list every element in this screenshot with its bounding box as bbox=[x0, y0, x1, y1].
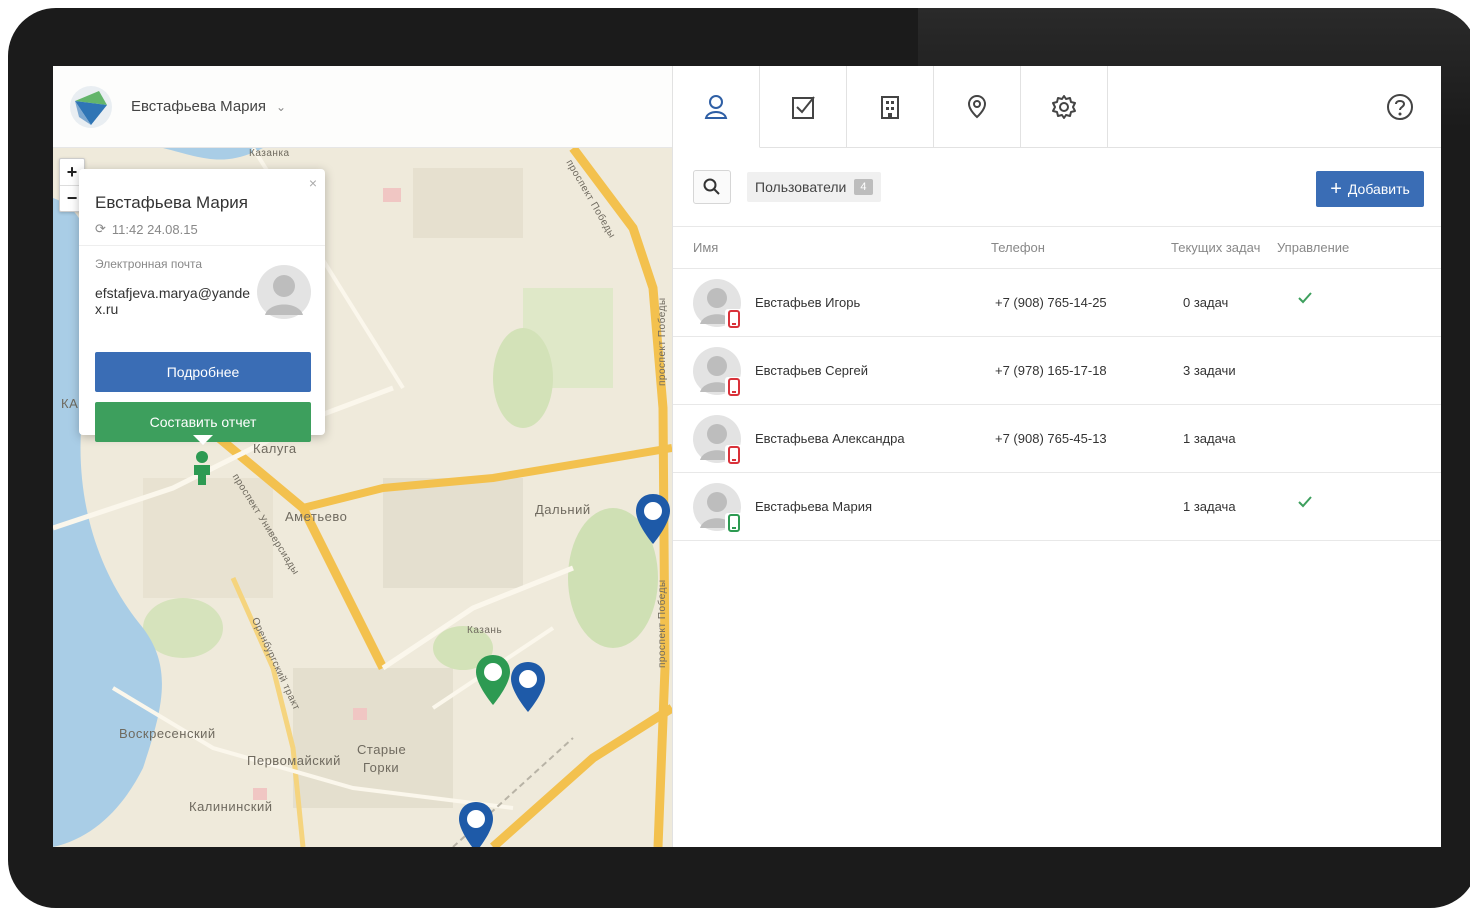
map-label-dalniy: Дальний bbox=[535, 502, 591, 517]
map-pin-blue-3[interactable] bbox=[457, 800, 495, 847]
popup-time: 11:42 24.08.15 bbox=[111, 221, 198, 237]
gear-icon bbox=[1052, 95, 1076, 119]
map-label-voskresenskiy: Воскресенский bbox=[119, 726, 216, 741]
device-status-red-icon bbox=[725, 309, 743, 329]
map-label-prospekt-pobedy-2: проспект Победы bbox=[657, 297, 668, 386]
popup-email: efstafjeva.marya@yandex.ru bbox=[95, 285, 251, 317]
checkmark-icon bbox=[1297, 495, 1313, 512]
user-marker-person-icon[interactable] bbox=[192, 451, 212, 485]
map-pin-icon bbox=[967, 94, 987, 119]
device-status-red-icon bbox=[725, 445, 743, 465]
device-status-red-icon bbox=[725, 377, 743, 397]
column-header-tasks[interactable]: Текущих задач bbox=[1171, 240, 1260, 255]
user-tasks: 3 задачи bbox=[1183, 363, 1236, 378]
map-label-starye-gorki-1: Старые bbox=[357, 742, 407, 757]
map-label-kazan: Казань bbox=[467, 625, 503, 636]
table-body: Евстафьев Игорь +7 (908) 765-14-25 0 задач… bbox=[673, 269, 1441, 541]
popup-user-name: Евстафьева Мария bbox=[95, 193, 249, 212]
map-label-starye-gorki-2: Горки bbox=[363, 760, 400, 775]
tab-objects[interactable] bbox=[847, 66, 934, 148]
details-button[interactable]: Подробнее bbox=[95, 352, 311, 392]
add-user-label: Добавить bbox=[1347, 181, 1410, 197]
user-tasks: 0 задач bbox=[1183, 295, 1229, 310]
user-name: Евстафьева Александра bbox=[755, 431, 905, 446]
map[interactable]: Казанка КА Калуга Аметьево Дальний Казан… bbox=[53, 148, 672, 847]
map-label-edge: КА bbox=[61, 396, 79, 411]
table-row[interactable]: Евстафьев Сергей +7 (978) 165-17-18 3 зада… bbox=[673, 337, 1441, 405]
popup-last-update: ⟳ 11:42 24.08.15 bbox=[95, 221, 198, 237]
filter-label: Пользователи bbox=[755, 179, 847, 195]
create-report-button[interactable]: Составить отчет bbox=[95, 402, 311, 442]
map-label-ametyevo: Аметьево bbox=[285, 509, 348, 524]
map-pin-blue-2[interactable] bbox=[509, 660, 547, 714]
tab-settings[interactable] bbox=[1021, 66, 1108, 148]
user-phone: +7 (978) 165-17-18 bbox=[995, 363, 1107, 378]
table-header: Имя Телефон Текущих задач Управление bbox=[673, 226, 1441, 269]
app-screen: Евстафьева Мария ⌄ Казанка КА Калуга Аме… bbox=[53, 66, 1441, 847]
search-icon bbox=[703, 178, 720, 195]
chevron-down-icon: ⌄ bbox=[276, 99, 287, 114]
building-icon bbox=[881, 96, 899, 119]
map-label-kaluga: Калуга bbox=[253, 441, 297, 456]
current-user-name: Евстафьева Мария bbox=[131, 98, 267, 115]
table-row[interactable]: Евстафьева Мария 1 задача bbox=[673, 473, 1441, 541]
tab-users[interactable] bbox=[673, 66, 760, 148]
users-toolbar: Пользователи 4 + Добавить bbox=[673, 148, 1441, 226]
column-header-manage[interactable]: Управление bbox=[1277, 240, 1349, 255]
user-switcher[interactable]: Евстафьева Мария ⌄ bbox=[131, 98, 286, 115]
help-icon[interactable] bbox=[1386, 93, 1414, 121]
map-label-pervomayskiy: Первомайский bbox=[247, 753, 341, 768]
add-user-button[interactable]: + Добавить bbox=[1316, 171, 1424, 207]
popup-email-label: Электронная почта bbox=[95, 257, 203, 271]
filter-count-badge: 4 bbox=[854, 179, 873, 195]
map-label-kalininskiy: Калининский bbox=[189, 799, 273, 814]
map-label-prospekt-pobedy-3: проспект Победы bbox=[657, 579, 668, 668]
popup-close-icon[interactable]: × bbox=[309, 175, 317, 191]
map-pin-green[interactable] bbox=[474, 653, 512, 707]
map-pin-blue-1[interactable] bbox=[634, 492, 672, 546]
device-status-green-icon bbox=[725, 513, 743, 533]
tab-locations[interactable] bbox=[934, 66, 1021, 148]
popup-avatar bbox=[257, 265, 311, 319]
plus-icon: + bbox=[1330, 178, 1342, 200]
search-button[interactable] bbox=[693, 170, 731, 204]
user-tasks: 1 задача bbox=[1183, 431, 1236, 446]
users-filter-chip[interactable]: Пользователи 4 bbox=[747, 172, 881, 202]
user-name: Евстафьев Игорь bbox=[755, 295, 861, 310]
table-row[interactable]: Евстафьева Александра +7 (908) 765-45-13 1… bbox=[673, 405, 1441, 473]
map-label-kazanka: Казанка bbox=[249, 148, 290, 159]
tab-tasks[interactable] bbox=[760, 66, 847, 148]
left-header: Евстафьева Мария ⌄ bbox=[53, 66, 672, 148]
column-header-phone[interactable]: Телефон bbox=[991, 240, 1045, 255]
popup-divider bbox=[79, 245, 325, 246]
map-panel: Евстафьева Мария ⌄ Казанка КА Калуга Аме… bbox=[53, 66, 672, 847]
column-header-name[interactable]: Имя bbox=[693, 240, 718, 255]
refresh-icon: ⟳ bbox=[95, 221, 106, 236]
user-popup: × Евстафьева Мария ⟳ 11:42 24.08.15 Элек… bbox=[79, 169, 325, 445]
checkmark-icon bbox=[1297, 291, 1313, 308]
table-row[interactable]: Евстафьев Игорь +7 (908) 765-14-25 0 задач bbox=[673, 269, 1441, 337]
app-logo bbox=[70, 85, 112, 128]
user-phone: +7 (908) 765-45-13 bbox=[995, 431, 1107, 446]
user-name: Евстафьева Мария bbox=[755, 499, 873, 514]
user-phone: +7 (908) 765-14-25 bbox=[995, 295, 1107, 310]
user-tasks: 1 задача bbox=[1183, 499, 1236, 514]
users-table: Имя Телефон Текущих задач Управление Евс… bbox=[673, 226, 1441, 541]
user-name: Евстафьев Сергей bbox=[755, 363, 868, 378]
user-icon bbox=[704, 94, 728, 119]
tab-bar bbox=[673, 66, 1441, 148]
checkbox-icon bbox=[792, 96, 815, 119]
users-panel: Пользователи 4 + Добавить Имя Телефон Те… bbox=[672, 66, 1441, 847]
